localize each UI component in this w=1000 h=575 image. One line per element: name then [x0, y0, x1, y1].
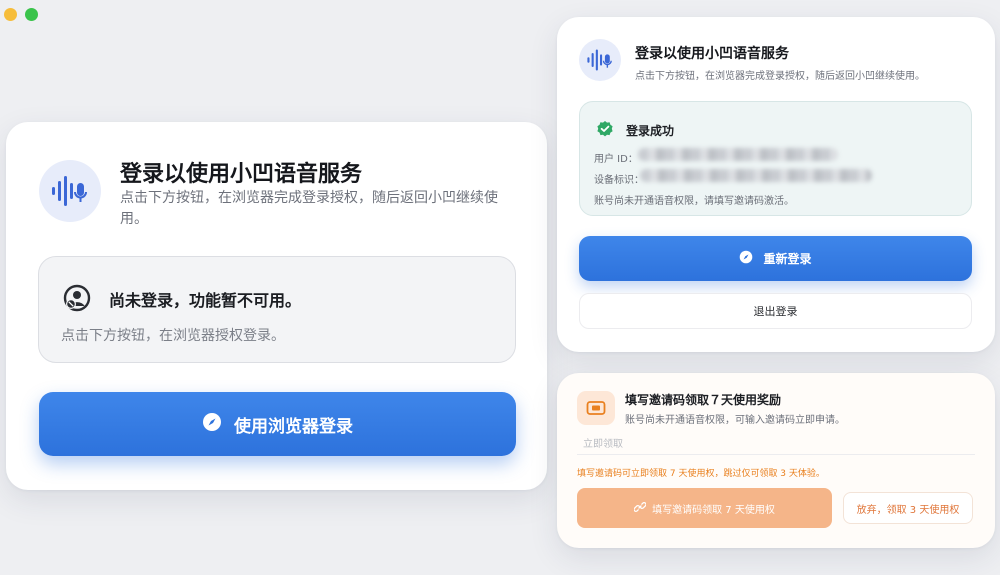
voice-mic-icon — [579, 39, 621, 81]
compass-icon — [739, 250, 753, 267]
check-shield-icon — [596, 120, 614, 142]
ticket-icon — [577, 391, 615, 425]
login-card-success: 登录以使用小凹语音服务 点击下方按钮，在浏览器完成登录授权，随后返回小凹继续使用… — [557, 17, 995, 352]
device-id-value-redacted — [640, 169, 872, 182]
login-success-panel: 登录成功 用户 ID： 设备标识： 账号尚未开通语音权限，请填写邀请码激活。 — [579, 101, 972, 216]
login-card-large: 登录以使用小凹语音服务 点击下方按钮，在浏览器完成登录授权，随后返回小凹继续使用… — [6, 122, 547, 490]
logout-button[interactable]: 退出登录 — [579, 293, 972, 329]
invite-code-card: 填写邀请码领取７天使用奖励 账号尚未开通语音权限，可输入邀请码立即申请。 填写邀… — [557, 373, 995, 548]
login-subtitle: 点击下方按钮，在浏览器完成登录授权，随后返回小凹继续使用。 — [635, 71, 925, 82]
compass-icon — [202, 412, 222, 437]
device-id-label: 设备标识： — [594, 175, 644, 186]
user-id-label: 用户 ID： — [594, 154, 638, 165]
invite-tip: 填写邀请码可立即领取 7 天使用权，跳过仅可领取 3 天体验。 — [577, 469, 825, 479]
fill-invite-button[interactable]: 填写邀请码领取 7 天使用权 — [577, 488, 832, 528]
voice-mic-icon — [39, 160, 101, 222]
window-controls — [4, 8, 38, 21]
minimize-button[interactable] — [4, 8, 17, 21]
invite-code-input[interactable] — [577, 435, 975, 455]
relogin-label: 重新登录 — [763, 252, 812, 266]
invite-subtitle: 账号尚未开通语音权限，可输入邀请码立即申请。 — [625, 415, 845, 426]
login-subtitle: 点击下方按钮，在浏览器完成登录授权，随后返回小凹继续使用。 — [120, 190, 498, 227]
status-title: 尚未登录，功能暂不可用。 — [109, 291, 302, 310]
permission-note: 账号尚未开通语音权限，请填写邀请码激活。 — [594, 196, 794, 207]
invite-title: 填写邀请码领取７天使用奖励 — [625, 393, 782, 407]
giveup-button[interactable]: 放弃，领取 3 天使用权 — [843, 492, 973, 524]
login-status-panel: 尚未登录，功能暂不可用。 点击下方按钮，在浏览器授权登录。 — [38, 256, 516, 363]
relogin-button[interactable]: 重新登录 — [579, 236, 972, 281]
link-icon — [633, 501, 647, 516]
status-description: 点击下方按钮，在浏览器授权登录。 — [61, 328, 285, 344]
login-title: 登录以使用小凹语音服务 — [120, 162, 363, 187]
browser-login-label: 使用浏览器登录 — [234, 416, 353, 437]
login-title: 登录以使用小凹语音服务 — [635, 46, 789, 62]
user-slash-icon — [63, 284, 91, 316]
user-id-value-redacted — [638, 148, 838, 161]
fill-invite-label: 填写邀请码领取 7 天使用权 — [652, 504, 775, 516]
zoom-button[interactable] — [25, 8, 38, 21]
success-title: 登录成功 — [626, 124, 675, 138]
browser-login-button[interactable]: 使用浏览器登录 — [39, 392, 516, 456]
